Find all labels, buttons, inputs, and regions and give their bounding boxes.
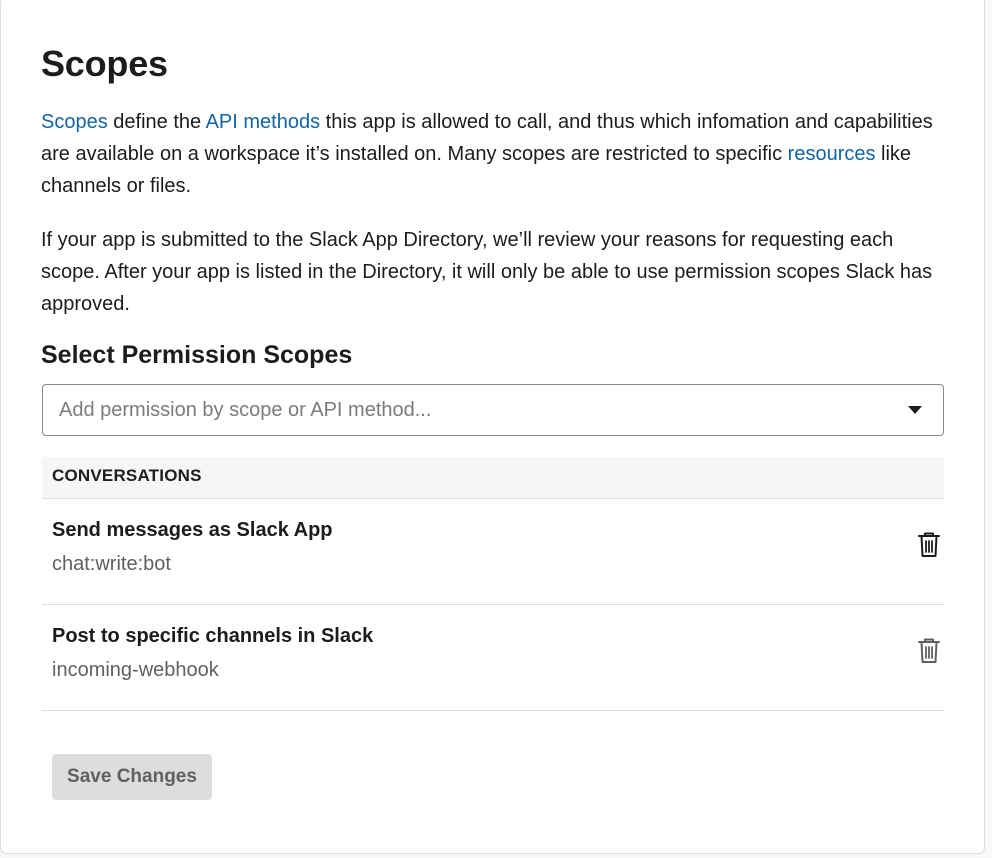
- page-title: Scopes: [41, 43, 168, 84]
- permission-scope-select[interactable]: [42, 384, 944, 436]
- permission-search-input[interactable]: [59, 397, 879, 423]
- description-text-1: define the: [107, 111, 206, 133]
- scope-id: chat:write:bot: [52, 553, 171, 575]
- trash-icon-graphic: [918, 532, 940, 557]
- scope-row: Post to specific channels in Slack incom…: [42, 605, 944, 711]
- scope-group-header: CONVERSATIONS: [42, 457, 944, 499]
- api-methods-link[interactable]: API methods: [206, 111, 321, 133]
- scope-name: Post to specific channels in Slack: [52, 625, 374, 647]
- trash-icon[interactable]: [916, 531, 942, 559]
- trash-icon[interactable]: [916, 637, 942, 665]
- select-scopes-heading: Select Permission Scopes: [41, 341, 353, 369]
- scope-name: Send messages as Slack App: [52, 519, 333, 541]
- save-changes-button[interactable]: Save Changes: [52, 754, 212, 800]
- caret-down-icon[interactable]: [908, 406, 922, 414]
- resources-link[interactable]: resources: [788, 143, 876, 165]
- scope-row: Send messages as Slack App chat:write:bo…: [42, 499, 944, 605]
- trash-icon-graphic: [918, 638, 940, 663]
- group-label-conversations: CONVERSATIONS: [52, 466, 202, 485]
- scope-id: incoming-webhook: [52, 659, 219, 681]
- review-note: If your app is submitted to the Slack Ap…: [41, 229, 933, 315]
- scopes-description: Scopes define the API methods this app i…: [41, 106, 946, 202]
- scopes-link[interactable]: Scopes: [41, 111, 108, 133]
